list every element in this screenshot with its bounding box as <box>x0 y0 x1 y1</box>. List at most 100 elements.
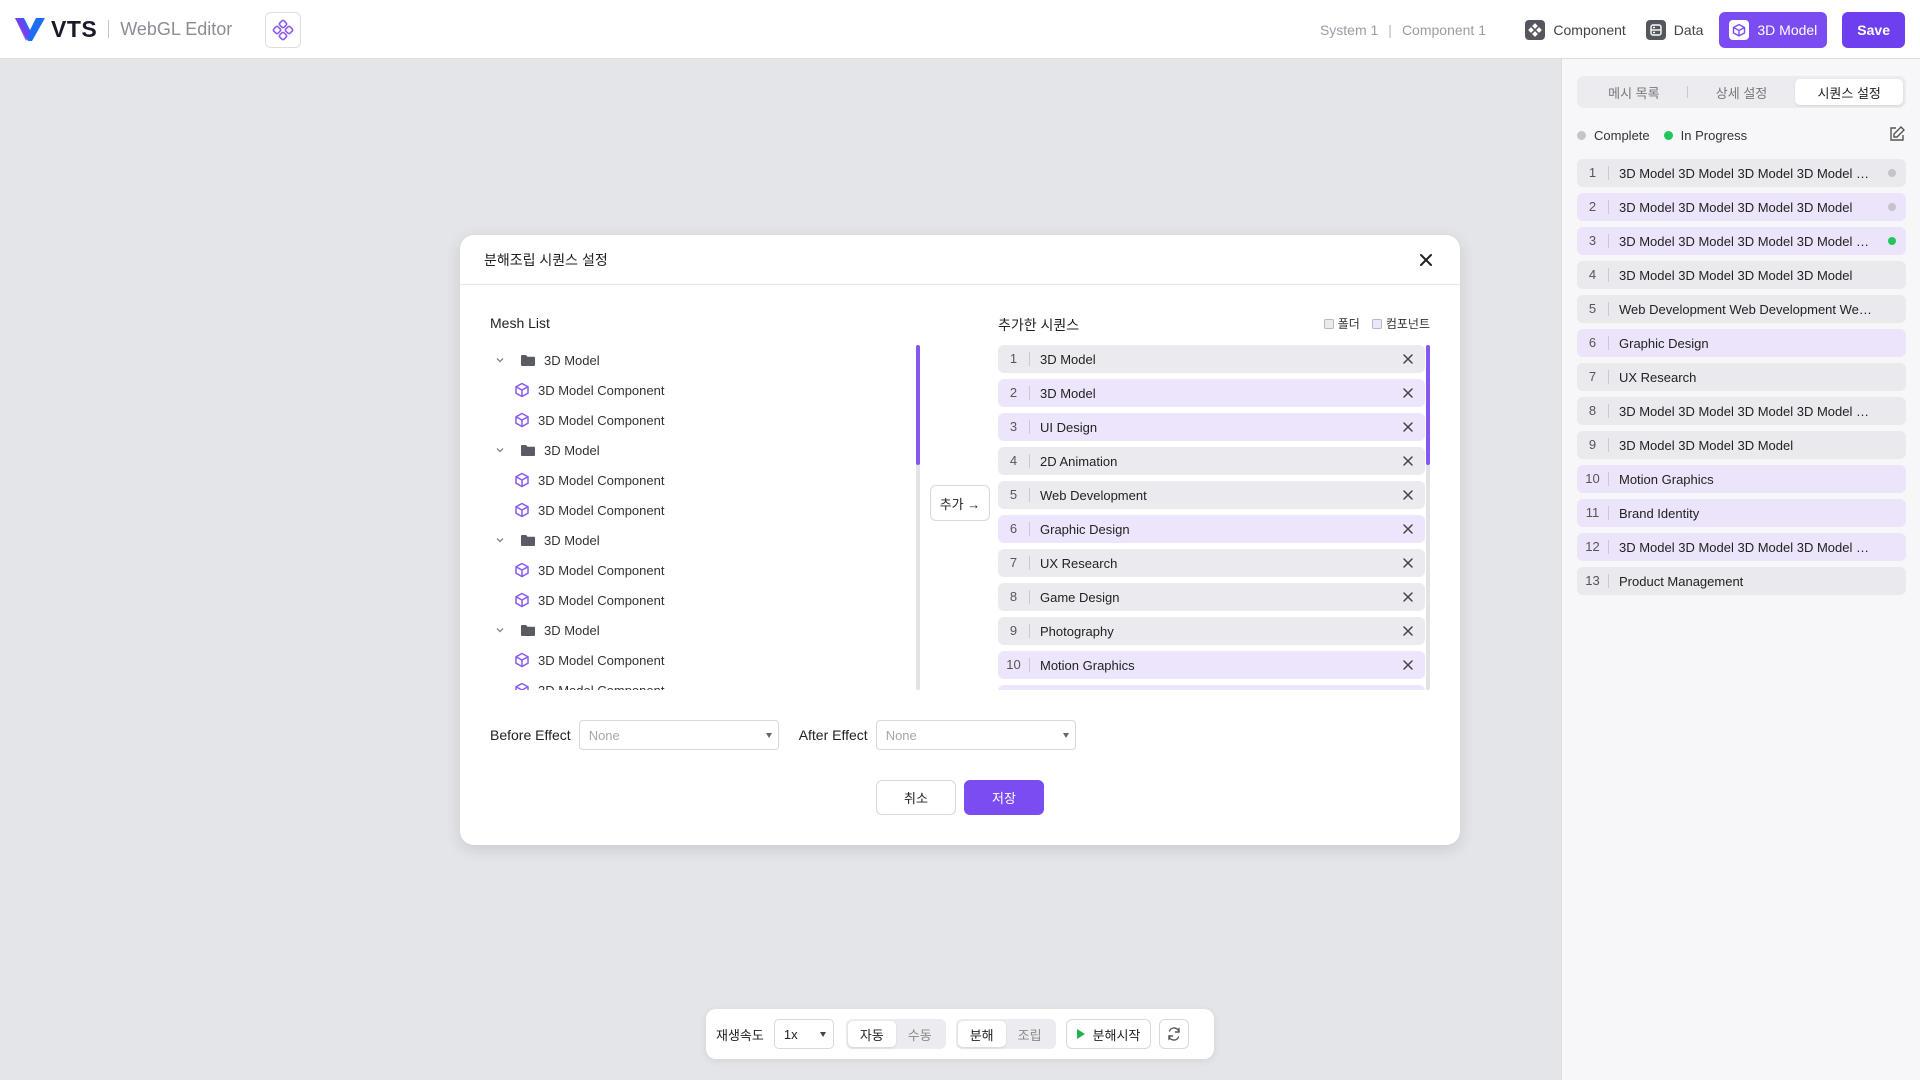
mesh-component-item[interactable]: 3D Model Component <box>490 465 900 495</box>
panel-sequence-item[interactable]: 5 Web Development Web Development Web Dev… <box>1577 295 1906 323</box>
refresh-button[interactable] <box>1159 1019 1190 1049</box>
mesh-folder-item[interactable]: 3D Model <box>490 615 900 645</box>
edit-icon[interactable] <box>1888 125 1906 143</box>
panel-sequence-item[interactable]: 7 UX Research <box>1577 363 1906 391</box>
panel-sequence-item[interactable]: 3 3D Model 3D Model 3D Model 3D Model 3D … <box>1577 227 1906 255</box>
sequence-item[interactable]: 7 UX Research <box>998 549 1425 577</box>
sequence-item[interactable] <box>998 685 1425 690</box>
mesh-item-label: 3D Model Component <box>538 592 665 608</box>
panel-sequence-item[interactable]: 8 3D Model 3D Model 3D Model 3D Model 3D … <box>1577 397 1906 425</box>
chevron-down-icon[interactable] <box>494 534 512 546</box>
mesh-component-item[interactable]: 3D Model Component <box>490 555 900 585</box>
sequence-number: 9 <box>998 624 1030 638</box>
in-progress-dot-icon <box>1663 130 1673 140</box>
remove-icon[interactable] <box>1401 624 1415 638</box>
sequence-item[interactable]: 8 Game Design <box>998 583 1425 611</box>
remove-icon[interactable] <box>1401 386 1415 400</box>
breadcrumb-component[interactable]: Component 1 <box>1402 22 1486 38</box>
chevron-down-icon[interactable] <box>494 354 512 366</box>
panel-sequence-item[interactable]: 13 Product Management <box>1577 567 1906 595</box>
editor-name: WebGL Editor <box>120 18 233 39</box>
speed-select[interactable]: 1x <box>773 1019 834 1049</box>
sequence-item[interactable]: 6 Graphic Design <box>998 515 1425 543</box>
remove-icon[interactable] <box>1401 522 1415 536</box>
panel-sequence-item[interactable]: 11 Brand Identity <box>1577 499 1906 527</box>
cube-icon <box>515 592 529 608</box>
sequence-list-scrollbar[interactable] <box>1426 345 1430 690</box>
mesh-list-scroll-thumb[interactable] <box>916 345 920 465</box>
item-number: 13 <box>1577 574 1609 588</box>
status-legend: Complete In Progress <box>1577 123 1906 147</box>
mode-manual[interactable]: 수동 <box>896 1021 944 1047</box>
before-effect-label: Before Effect <box>490 727 571 743</box>
remove-icon[interactable] <box>1401 488 1415 502</box>
plugin-button[interactable] <box>265 12 301 48</box>
close-icon[interactable] <box>1416 250 1436 270</box>
before-effect-value: None <box>588 727 620 743</box>
chevron-down-icon[interactable] <box>494 624 512 636</box>
panel-sequence-item[interactable]: 4 3D Model 3D Model 3D Model 3D Model <box>1577 261 1906 289</box>
logo[interactable]: VTS WebGL Editor <box>14 15 232 43</box>
sequence-item[interactable]: 9 Photography <box>998 617 1425 645</box>
cancel-button[interactable]: 취소 <box>876 780 956 815</box>
chevron-down-icon[interactable] <box>494 444 512 456</box>
sequence-list-scroll-thumb[interactable] <box>1426 345 1430 465</box>
breadcrumb-system[interactable]: System 1 <box>1320 22 1378 38</box>
nodes-icon <box>272 19 294 41</box>
save-button[interactable]: Save <box>1842 12 1905 48</box>
nav-component[interactable]: Component <box>1515 12 1635 48</box>
panel-sequence-item[interactable]: 9 3D Model 3D Model 3D Model <box>1577 431 1906 459</box>
remove-icon[interactable] <box>1401 590 1415 604</box>
start-disassembly-button[interactable]: 분해시작 <box>1065 1019 1152 1049</box>
panel-sequence-item[interactable]: 12 3D Model 3D Model 3D Model 3D Model 3D… <box>1577 533 1906 561</box>
mesh-list-scrollbar[interactable] <box>916 345 920 690</box>
mesh-component-item[interactable]: 3D Model Component <box>490 675 900 690</box>
mesh-component-item[interactable]: 3D Model Component <box>490 645 900 675</box>
mesh-component-item[interactable]: 3D Model Component <box>490 405 900 435</box>
nav-3d-model[interactable]: 3D Model <box>1719 12 1828 48</box>
sequence-item[interactable]: 5 Web Development <box>998 481 1425 509</box>
mesh-folder-item[interactable]: 3D Model <box>490 435 900 465</box>
mode-auto[interactable]: 자동 <box>847 1021 896 1047</box>
save-sequence-button[interactable]: 저장 <box>964 780 1044 815</box>
sequence-label: Graphic Design <box>1040 521 1130 537</box>
item-label: 3D Model 3D Model 3D Model 3D Model <box>1619 199 1853 215</box>
remove-icon[interactable] <box>1401 556 1415 570</box>
sequence-item[interactable]: 2 3D Model <box>998 379 1425 407</box>
after-effect-select[interactable]: None <box>875 720 1076 750</box>
nav-data[interactable]: Data <box>1636 12 1714 48</box>
sequence-item[interactable]: 3 UI Design <box>998 413 1425 441</box>
mesh-folder-item[interactable]: 3D Model <box>490 345 900 375</box>
before-effect-select[interactable]: None <box>578 720 779 750</box>
mesh-component-item[interactable]: 3D Model Component <box>490 495 900 525</box>
mesh-item-label: 3D Model Component <box>538 502 665 518</box>
panel-sequence-item[interactable]: 6 Graphic Design <box>1577 329 1906 357</box>
sequence-label: UX Research <box>1040 555 1118 571</box>
panel-sequence-item[interactable]: 10 Motion Graphics <box>1577 465 1906 493</box>
remove-icon[interactable] <box>1401 352 1415 366</box>
remove-icon[interactable] <box>1401 420 1415 434</box>
panel-sequence-item[interactable]: 1 3D Model 3D Model 3D Model 3D Model 3D … <box>1577 159 1906 187</box>
mesh-list: 3D Model 3D Model Component 3D Model Compo… <box>490 345 900 690</box>
complete-status-dot-icon <box>1888 169 1896 177</box>
panel-sequence-item[interactable]: 2 3D Model 3D Model 3D Model 3D Model <box>1577 193 1906 221</box>
action-toggle: 분해 조립 <box>955 1019 1056 1049</box>
panel-tabs: 메시 목록 상세 설정 시퀀스 설정 <box>1577 76 1906 108</box>
mesh-component-item[interactable]: 3D Model Component <box>490 585 900 615</box>
folder-swatch <box>1323 318 1334 329</box>
mesh-folder-item[interactable]: 3D Model <box>490 525 900 555</box>
sequence-number: 4 <box>998 454 1030 468</box>
remove-icon[interactable] <box>1401 454 1415 468</box>
action-disassemble[interactable]: 분해 <box>957 1021 1006 1047</box>
mesh-component-item[interactable]: 3D Model Component <box>490 375 900 405</box>
add-to-sequence-button[interactable]: 추가 → <box>930 485 990 521</box>
remove-icon[interactable] <box>1401 658 1415 672</box>
tab-sequence-settings[interactable]: 시퀀스 설정 <box>1795 79 1904 105</box>
tab-detail-settings[interactable]: 상세 설정 <box>1688 79 1796 105</box>
sequence-item[interactable]: 1 3D Model <box>998 345 1425 373</box>
action-assemble[interactable]: 조립 <box>1006 1021 1054 1047</box>
sequence-item[interactable]: 10 Motion Graphics <box>998 651 1425 679</box>
tab-mesh-list[interactable]: 메시 목록 <box>1580 79 1688 105</box>
sequence-item[interactable]: 4 2D Animation <box>998 447 1425 475</box>
sequence-label: 3D Model <box>1040 385 1096 401</box>
